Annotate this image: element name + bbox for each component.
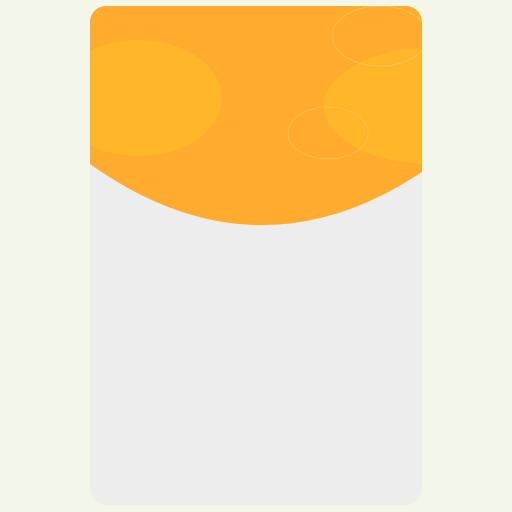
card: [90, 6, 422, 505]
header-illustration: [90, 6, 422, 226]
page-background: [0, 0, 512, 512]
